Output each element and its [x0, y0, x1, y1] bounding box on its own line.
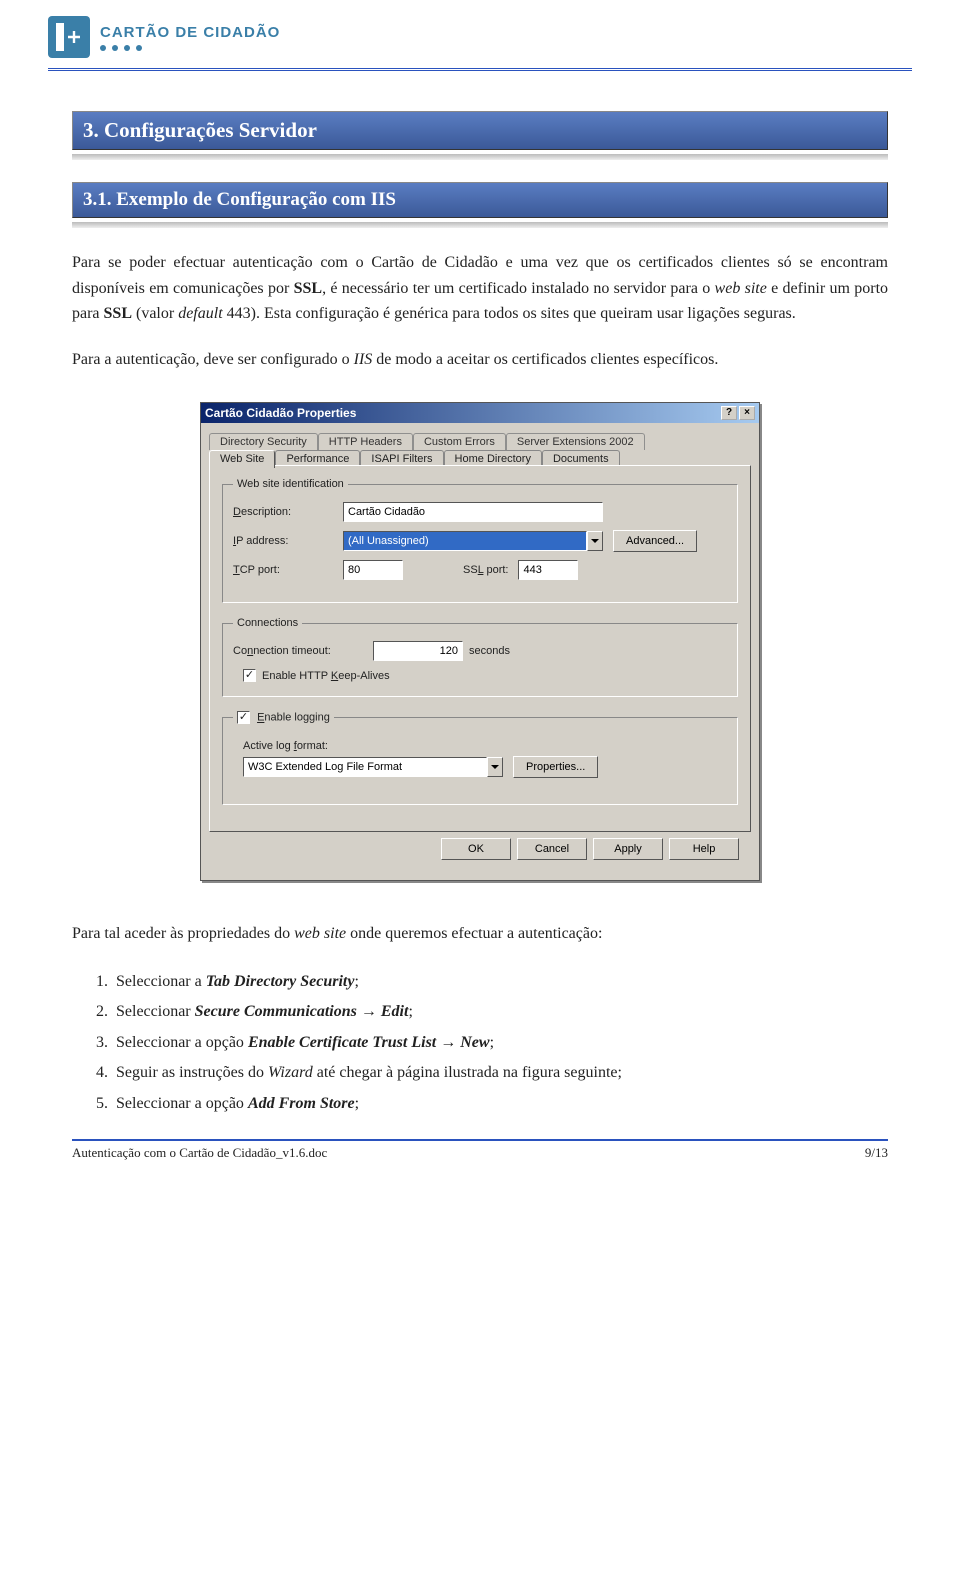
heading-shadow: [72, 154, 888, 160]
dialog-title: Cartão Cidadão Properties: [205, 406, 356, 420]
ip-address-label: IP address:: [233, 535, 343, 547]
help-icon[interactable]: ?: [721, 406, 737, 420]
page-header: CARTÃO DE CIDADÃO: [0, 0, 960, 71]
timeout-label: Connection timeout:: [233, 645, 373, 657]
text: , é necessário ter um certificado instal…: [322, 280, 714, 297]
tab-server-extensions-2002[interactable]: Server Extensions 2002: [506, 433, 645, 450]
logo-title: CARTÃO DE CIDADÃO: [100, 24, 280, 41]
advanced-button[interactable]: Advanced...: [613, 530, 697, 552]
enable-logging-label: Enable logging: [257, 712, 330, 724]
enable-logging-checkbox[interactable]: ✓: [237, 711, 250, 724]
text-italic: web site: [715, 280, 767, 297]
steps-list: Seleccionar a Tab Directory Security;Sel…: [112, 967, 888, 1119]
ip-address-select[interactable]: [343, 531, 587, 551]
text: Para tal aceder às propriedades do: [72, 925, 294, 942]
tcp-port-input[interactable]: [343, 560, 403, 580]
heading-shadow: [72, 222, 888, 228]
text-italic: web site: [294, 925, 346, 942]
text-bold: SSL: [294, 280, 322, 297]
properties-dialog: Cartão Cidadão Properties ? × Directory …: [200, 402, 760, 881]
text: Para a autenticação, deve ser configurad…: [72, 351, 354, 368]
text: de modo a aceitar os certificados client…: [372, 351, 718, 368]
text-italic: IIS: [354, 351, 373, 368]
group-legend: Connections: [233, 617, 302, 629]
logo-dots-icon: [100, 45, 280, 51]
text: (valor: [132, 305, 178, 322]
timeout-input[interactable]: [373, 641, 463, 661]
timeout-unit: seconds: [469, 645, 510, 657]
list-item: Seleccionar a opção Enable Certificate T…: [112, 1028, 888, 1058]
list-item: Seleccionar a opção Add From Store;: [112, 1089, 888, 1119]
page-footer: Autenticação com o Cartão de Cidadão_v1.…: [72, 1145, 888, 1161]
text-italic: default: [178, 305, 222, 322]
keepalive-checkbox[interactable]: ✓: [243, 669, 256, 682]
keepalive-label: Enable HTTP Keep-Alives: [262, 670, 390, 682]
list-item: Seguir as instruções do Wizard até chega…: [112, 1058, 888, 1088]
paragraph: Para tal aceder às propriedades do web s…: [72, 921, 888, 947]
tab-http-headers[interactable]: HTTP Headers: [318, 433, 413, 450]
tab-web-site[interactable]: Web Site: [209, 450, 275, 468]
footer-docname: Autenticação com o Cartão de Cidadão_v1.…: [72, 1145, 327, 1161]
paragraph: Para se poder efectuar autenticação com …: [72, 250, 888, 327]
text-bold: SSL: [104, 305, 132, 322]
log-format-label: Active log format:: [243, 740, 717, 752]
footer-page: 9/13: [865, 1145, 888, 1161]
connections-group: Connections Connection timeout: seconds …: [222, 617, 738, 697]
web-site-identification-group: Web site identification Description: IP …: [222, 478, 738, 603]
text: onde queremos efectuar a autenticação:: [346, 925, 602, 942]
text: 443). Esta configuração é genérica para …: [223, 305, 796, 322]
subsection-heading: 3.1. Exemplo de Configuração com IIS: [72, 182, 888, 218]
logo-badge-icon: [48, 16, 90, 58]
paragraph: Para a autenticação, deve ser configurad…: [72, 347, 888, 373]
logging-group: ✓ Enable logging Active log format: Prop…: [222, 711, 738, 805]
log-format-select[interactable]: [243, 757, 487, 777]
tcp-port-label: TCP port:: [233, 564, 343, 576]
cancel-button[interactable]: Cancel: [517, 838, 587, 860]
list-item: Seleccionar a Tab Directory Security;: [112, 967, 888, 997]
footer-divider: [72, 1139, 888, 1141]
help-button[interactable]: Help: [669, 838, 739, 860]
ok-button[interactable]: OK: [441, 838, 511, 860]
chevron-down-icon[interactable]: [487, 757, 503, 777]
logo: CARTÃO DE CIDADÃO: [48, 16, 912, 58]
close-icon[interactable]: ×: [739, 406, 755, 420]
log-properties-button[interactable]: Properties...: [513, 756, 598, 778]
apply-button[interactable]: Apply: [593, 838, 663, 860]
ssl-port-input[interactable]: [518, 560, 578, 580]
description-label: Description:: [233, 506, 343, 518]
description-input[interactable]: [343, 502, 603, 522]
dialog-titlebar[interactable]: Cartão Cidadão Properties ? ×: [201, 403, 759, 423]
group-legend: Web site identification: [233, 478, 348, 490]
list-item: Seleccionar Secure Communications → Edit…: [112, 997, 888, 1027]
section-heading: 3. Configurações Servidor: [72, 111, 888, 150]
chevron-down-icon[interactable]: [587, 531, 603, 551]
ssl-port-label: SSL port:: [463, 564, 508, 576]
tab-custom-errors[interactable]: Custom Errors: [413, 433, 506, 450]
tab-directory-security[interactable]: Directory Security: [209, 433, 318, 450]
